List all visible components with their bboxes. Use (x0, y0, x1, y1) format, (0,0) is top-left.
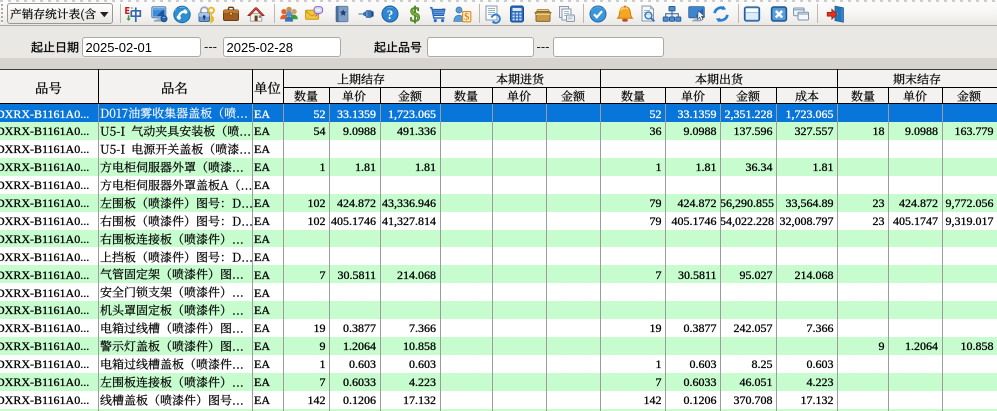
svg-text:$: $ (410, 4, 421, 24)
svg-text:$: $ (464, 12, 469, 23)
svg-text:?: ? (387, 7, 394, 22)
